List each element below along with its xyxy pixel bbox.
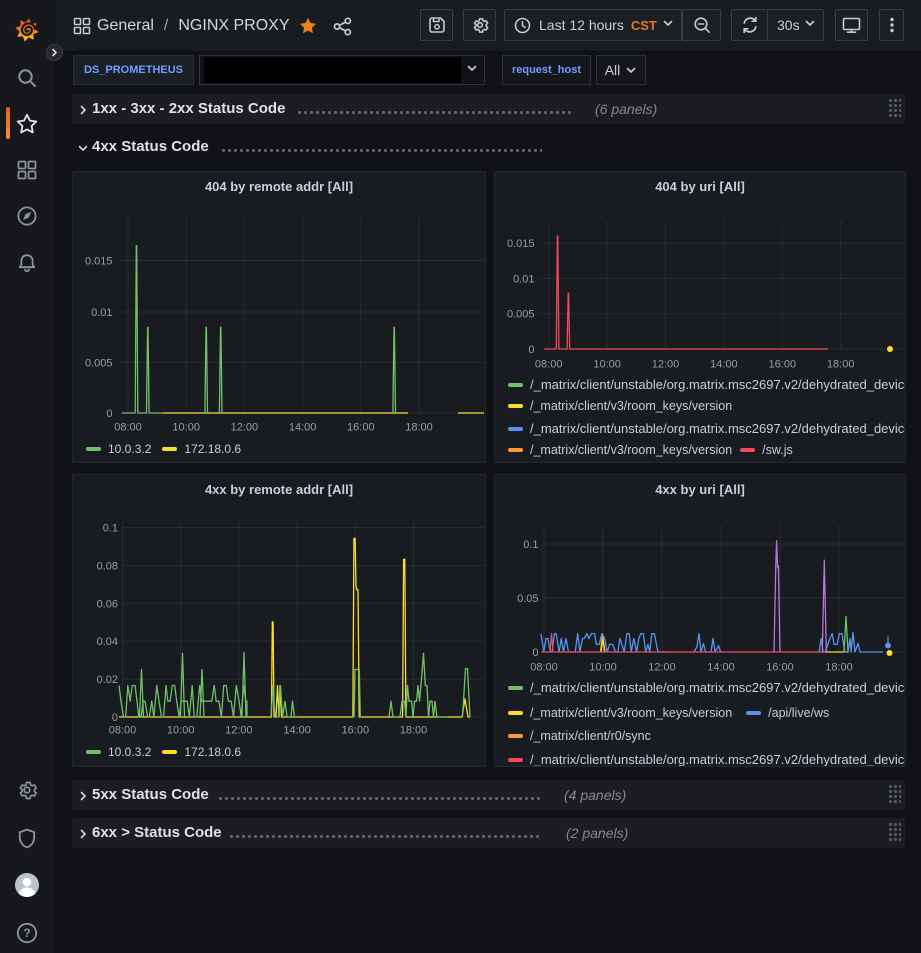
svg-text:0: 0 [112,712,118,724]
svg-text:10:00: 10:00 [167,725,195,737]
svg-text:0.1: 0.1 [103,523,118,535]
svg-text:0: 0 [528,344,534,356]
svg-text:18:00: 18:00 [400,725,428,737]
svg-text:0.01: 0.01 [513,273,534,285]
svg-text:16:00: 16:00 [769,359,797,371]
svg-text:0.01: 0.01 [91,307,112,319]
svg-text:?: ? [23,926,30,940]
svg-text:14:00: 14:00 [707,662,735,674]
svg-text:0.06: 0.06 [97,598,118,610]
svg-text:0.005: 0.005 [507,309,535,321]
svg-text:0: 0 [106,408,112,420]
svg-text:16:00: 16:00 [347,422,375,434]
svg-text:14:00: 14:00 [289,422,317,434]
svg-text:0.05: 0.05 [517,593,538,605]
svg-text:10:00: 10:00 [172,422,200,434]
svg-text:08:00: 08:00 [109,725,137,737]
svg-text:0: 0 [532,647,538,659]
svg-text:16:00: 16:00 [342,725,370,737]
svg-text:18:00: 18:00 [827,359,855,371]
svg-text:18:00: 18:00 [405,422,433,434]
svg-text:12:00: 12:00 [652,359,680,371]
svg-text:14:00: 14:00 [710,359,738,371]
svg-text:0.015: 0.015 [85,256,113,268]
svg-text:0.005: 0.005 [85,358,113,370]
svg-text:0.1: 0.1 [523,539,538,551]
svg-text:18:00: 18:00 [825,662,853,674]
svg-text:12:00: 12:00 [231,422,259,434]
svg-text:0.015: 0.015 [507,238,535,250]
svg-text:0.02: 0.02 [97,674,118,686]
svg-text:12:00: 12:00 [648,662,676,674]
svg-text:08:00: 08:00 [535,359,563,371]
svg-text:0.04: 0.04 [97,636,118,648]
svg-text:10:00: 10:00 [593,359,621,371]
svg-text:0.08: 0.08 [97,560,118,572]
svg-text:08:00: 08:00 [530,662,558,674]
svg-text:10:00: 10:00 [589,662,617,674]
svg-text:12:00: 12:00 [225,725,253,737]
svg-text:08:00: 08:00 [114,422,142,434]
svg-text:16:00: 16:00 [766,662,794,674]
svg-text:14:00: 14:00 [283,725,311,737]
